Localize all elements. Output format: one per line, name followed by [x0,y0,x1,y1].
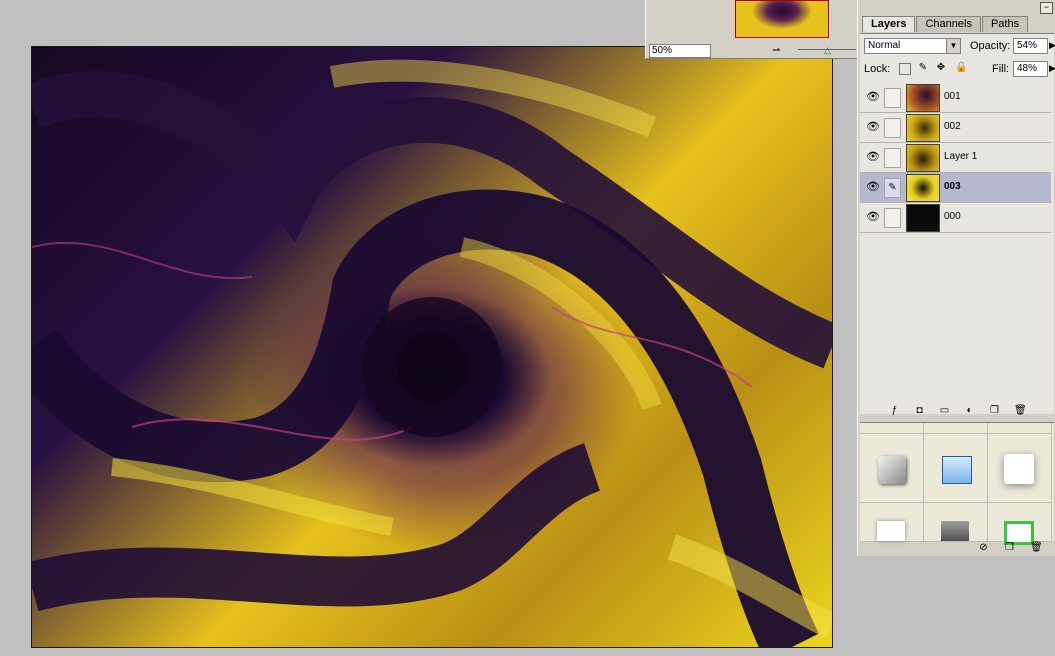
eye-icon[interactable]: 👁 [866,122,880,133]
collapse-panel-icon[interactable]: − [1040,2,1053,14]
layer-name: 003 [944,181,961,192]
layers-palette: − Layers Channels Paths Normal ▼ Opacity… [857,0,1055,556]
lock-label: Lock: [864,63,891,75]
layer-name: Layer 1 [944,151,978,162]
style-swatch[interactable] [860,423,924,434]
layers-bottom-toolbar: ƒ ◘ ▭ ◐ ❐ 🗑 [889,405,1027,416]
eye-icon[interactable]: 👁 [866,92,880,103]
new-style-icon[interactable]: ❐ [1004,542,1015,553]
style-swatch[interactable] [860,434,924,503]
lock-all-icon[interactable]: 🔒 [955,63,967,73]
new-group-icon[interactable]: ▭ [939,405,950,416]
style-swatch[interactable] [924,423,988,434]
zoom-field[interactable]: 50% [649,44,711,58]
lock-transparency-icon[interactable] [899,63,911,75]
layer-thumbnail [906,204,940,232]
palette-tabs: Layers Channels Paths [862,16,1029,33]
adjustment-layer-icon[interactable]: ◐ [964,405,975,416]
layer-thumbnail [906,144,940,172]
link-slot[interactable] [884,208,901,228]
new-layer-icon[interactable]: ❐ [989,405,1000,416]
layer-thumbnail [906,114,940,142]
chevron-down-icon: ▼ [946,39,960,53]
styles-panel [860,422,1054,545]
layer-row[interactable]: 👁 Layer 1 [860,143,1051,173]
fill-field[interactable]: 48% [1013,61,1048,77]
styles-bottom-toolbar: ⊘ ❐ 🗑 [978,542,1043,553]
eye-icon[interactable]: 👁 [866,212,880,223]
tab-channels[interactable]: Channels [916,16,981,32]
link-slot[interactable] [884,118,901,138]
tab-paths[interactable]: Paths [981,16,1029,32]
navigator-preview[interactable] [735,0,829,38]
trash-icon[interactable]: 🗑 [1030,542,1043,553]
brush-icon: ✎ [884,178,901,198]
layer-row-selected[interactable]: 👁 ✎ 003 [860,173,1051,203]
blend-mode-select[interactable]: Normal ▼ [864,38,961,54]
opacity-label: Opacity: [970,40,1011,52]
navigator-panel: 50% ⇀ △ [645,0,858,59]
style-swatch[interactable] [924,434,988,503]
layer-name: 001 [944,91,961,102]
tab-layers[interactable]: Layers [862,16,916,32]
layer-style-icon[interactable]: ƒ [889,405,900,416]
style-swatch[interactable] [988,503,1052,545]
layer-thumbnail [906,84,940,112]
style-swatch[interactable] [988,423,1052,434]
clear-style-icon[interactable]: ⊘ [978,542,989,553]
style-swatch[interactable] [924,503,988,542]
layer-row[interactable]: 👁 001 [860,83,1051,113]
zoom-out-icon[interactable]: ⇀ [772,45,780,56]
layer-list: 👁 001 👁 002 👁 Layer 1 👁 ✎ 003 👁 000 [860,83,1051,233]
zoom-slider-thumb-icon[interactable]: △ [824,45,831,56]
opacity-slider-arrow-icon[interactable]: ▶ [1049,40,1055,51]
layer-name: 002 [944,121,961,132]
lock-brush-icon[interactable]: ✎ [918,63,928,73]
fractal-artwork [32,59,832,647]
layer-thumbnail [906,174,940,202]
document-canvas[interactable] [31,46,833,648]
layer-row[interactable]: 👁 002 [860,113,1051,143]
fill-label: Fill: [992,63,1010,75]
style-swatch[interactable] [988,434,1052,503]
eye-icon[interactable]: 👁 [866,152,880,163]
opacity-field[interactable]: 54% [1013,38,1048,54]
blend-mode-value: Normal [868,40,901,51]
layer-name: 000 [944,211,961,222]
trash-icon[interactable]: 🗑 [1014,405,1027,416]
eye-icon[interactable]: 👁 [866,182,880,193]
layer-mask-icon[interactable]: ◘ [914,405,925,416]
fill-slider-arrow-icon[interactable]: ▶ [1049,63,1055,74]
lock-position-icon[interactable]: ✥ [936,63,946,73]
style-swatch[interactable] [860,503,924,542]
link-slot[interactable] [884,88,901,108]
link-slot[interactable] [884,148,901,168]
layer-row[interactable]: 👁 000 [860,203,1051,233]
